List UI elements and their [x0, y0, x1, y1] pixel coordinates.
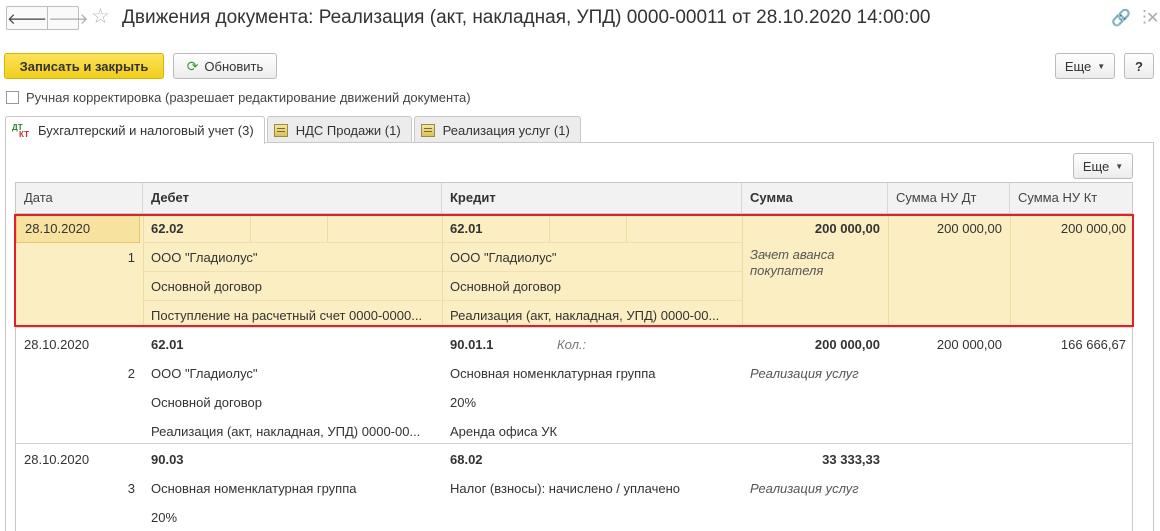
cell-credit-subconto-3[interactable]: Реализация (акт, накладная, УПД) 0000-00… [442, 301, 742, 330]
manual-correction-label: Ручная корректировка (разрешает редактир… [26, 90, 471, 105]
cell-credit-subconto-3[interactable]: Аренда офиса УК [442, 417, 742, 446]
cell-debit-account[interactable]: 62.02 [143, 214, 250, 243]
refresh-icon: ⟳ [186, 57, 199, 74]
grid-more-button[interactable]: Еще ▼ [1073, 153, 1133, 179]
refresh-label: Обновить [204, 58, 264, 74]
tab-label: Реализация услуг (1) [442, 122, 570, 138]
cell-credit-account[interactable]: 62.01 [442, 214, 549, 243]
cell-content[interactable]: Зачет аванса покупателя [742, 243, 852, 283]
cell-debit-account[interactable]: 90.03 [143, 445, 442, 474]
register-icon [273, 123, 288, 137]
cell-divider [250, 214, 251, 243]
column-header-date[interactable]: Дата [16, 183, 143, 213]
cell-debit-subconto-2[interactable]: Основной договор [143, 388, 442, 417]
cell-date[interactable]: 28.10.2020 [16, 330, 143, 359]
favorite-star-icon[interactable]: ☆ [91, 5, 110, 29]
cell-debit-subconto-1[interactable]: ООО "Гладиолус" [143, 243, 442, 272]
cell-debit-subconto-1[interactable]: Основная номенклатурная группа [143, 474, 442, 503]
column-header-sum[interactable]: Сумма [742, 183, 888, 213]
cell-credit-subconto-2[interactable]: 20% [442, 388, 742, 417]
title-bar: 🡐 🡒 ☆ Движения документа: Реализация (ак… [0, 0, 1160, 40]
cell-debit-subconto-2[interactable]: 20% [143, 503, 442, 531]
table-row[interactable]: 28.10.2020 1 62.02 ООО "Гладиолус" Основ… [16, 214, 1132, 327]
cell-debit-subconto-2[interactable]: Основной договор [143, 272, 442, 301]
dt-kt-icon: ДТ КТ [12, 122, 29, 139]
cell-content[interactable]: Реализация услуг [742, 359, 888, 388]
back-arrow-icon[interactable]: 🡐 [7, 7, 49, 29]
cell-divider [327, 214, 328, 243]
cell-row-number: 1 [127, 250, 135, 265]
cell-sum-nu-kt[interactable]: 200 000,00 [1010, 214, 1132, 243]
cell-credit-account[interactable]: 68.02 [442, 445, 742, 474]
cell-credit-subconto-1[interactable]: Налог (взносы): начислено / уплачено [442, 474, 742, 503]
manual-correction-row: Ручная корректировка (разрешает редактир… [6, 90, 471, 105]
cell-sum-nu-dt[interactable]: 200 000,00 [888, 214, 1010, 243]
cell-debit-subconto-3[interactable]: Поступление на расчетный счет 0000-0000.… [143, 301, 442, 330]
register-icon [420, 123, 435, 137]
tab-services-sales[interactable]: Реализация услуг (1) [413, 116, 581, 143]
tab-label: НДС Продажи (1) [295, 122, 401, 138]
cell-row-number: 3 [127, 481, 135, 496]
grid-more-label: Еще [1082, 158, 1110, 174]
cell-sum-nu-kt[interactable]: 166 666,67 [1010, 330, 1132, 359]
link-icon[interactable]: 🔗 [1111, 8, 1131, 28]
cell-credit-subconto-1[interactable]: ООО "Гладиолус" [442, 243, 742, 272]
window-title: Движения документа: Реализация (акт, нак… [122, 7, 931, 28]
column-header-sum-nu-dt[interactable]: Сумма НУ Дт [888, 183, 1010, 213]
register-tabs: ДТ КТ Бухгалтерский и налоговый учет (3) … [5, 116, 583, 144]
cell-debit-account[interactable]: 62.01 [143, 330, 442, 359]
manual-correction-checkbox[interactable] [6, 91, 19, 104]
caret-down-icon: ▼ [1115, 161, 1124, 171]
cell-divider [626, 214, 627, 243]
cell-credit-account[interactable]: 90.01.1 [442, 330, 542, 359]
cell-sum-nu-dt[interactable]: 200 000,00 [888, 330, 1010, 359]
table-row[interactable]: 28.10.2020 2 62.01 ООО "Гладиолус" Основ… [16, 328, 1132, 443]
cell-date[interactable]: 28.10.2020 [16, 445, 143, 474]
refresh-button[interactable]: ⟳ Обновить [173, 53, 277, 79]
entries-table: Дата Дебет Кредит Сумма Сумма НУ Дт Сумм… [15, 182, 1133, 531]
column-header-debit[interactable]: Дебет [143, 183, 442, 213]
cell-date[interactable]: 28.10.2020 [16, 214, 140, 243]
cell-debit-subconto-3[interactable]: Реализация (акт, накладная, УПД) 0000-00… [143, 417, 442, 446]
cell-sum[interactable]: 200 000,00 [742, 214, 888, 243]
cell-content[interactable]: Реализация услуг [742, 474, 888, 503]
column-header-sum-nu-kt[interactable]: Сумма НУ Кт [1010, 183, 1132, 213]
cell-quantity-label: Кол.: [557, 337, 587, 352]
tab-label: Бухгалтерский и налоговый учет (3) [38, 123, 254, 138]
help-button[interactable]: ? [1124, 53, 1154, 79]
table-row[interactable]: 28.10.2020 3 90.03 Основная номенклатурн… [16, 444, 1132, 531]
cell-sum[interactable]: 33 333,33 [742, 445, 888, 474]
more-button[interactable]: Еще ▼ [1055, 53, 1115, 79]
cell-credit-subconto-1[interactable]: Основная номенклатурная группа [442, 359, 742, 388]
caret-down-icon: ▼ [1097, 61, 1106, 71]
cell-divider [549, 214, 550, 243]
cell-credit-subconto-2[interactable]: Основной договор [442, 272, 742, 301]
close-icon[interactable]: ✕ [1146, 8, 1159, 28]
cell-sum[interactable]: 200 000,00 [742, 330, 888, 359]
forward-arrow-icon[interactable]: 🡒 [48, 7, 88, 29]
save-and-close-button[interactable]: Записать и закрыть [4, 53, 164, 79]
column-header-credit[interactable]: Кредит [442, 183, 742, 213]
navigation-buttons: 🡐 🡒 [6, 6, 88, 30]
more-label: Еще [1064, 58, 1092, 74]
cell-row-number: 2 [127, 366, 135, 381]
table-header: Дата Дебет Кредит Сумма Сумма НУ Дт Сумм… [16, 183, 1132, 214]
tab-accounting[interactable]: ДТ КТ Бухгалтерский и налоговый учет (3) [5, 116, 265, 144]
cell-debit-subconto-1[interactable]: ООО "Гладиолус" [143, 359, 442, 388]
tab-vat-sales[interactable]: НДС Продажи (1) [266, 116, 412, 143]
